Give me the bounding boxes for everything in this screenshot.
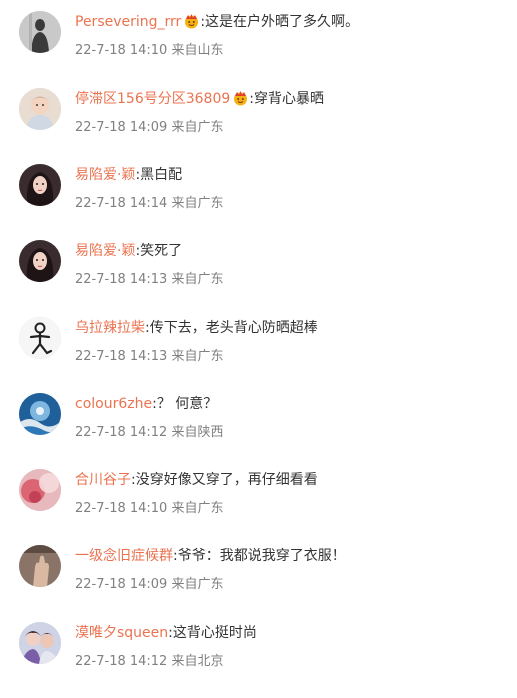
comment-time: 22-7-18 14:12 <box>75 654 168 669</box>
comment-item: 停滞区156号分区36809:穿背心暴晒 22-7-18 14:09 来自广东 <box>0 88 517 164</box>
comment-text: 黑白配 <box>140 167 183 183</box>
comment-item: 合川谷子:没穿好像又穿了，再仔细看看 22-7-18 14:10 来自广东 <box>0 469 517 545</box>
comment-text-line: 一级念旧症候群:爷爷：我都说我穿了衣服！ <box>75 545 346 567</box>
comment-meta: 22-7-18 14:10 来自广东 <box>75 499 224 519</box>
comment-text-line: 合川谷子:没穿好像又穿了，再仔细看看 <box>75 469 318 491</box>
comment-time: 22-7-18 14:12 <box>75 425 168 440</box>
comment-text-line: 停滞区156号分区36809:穿背心暴晒 <box>75 88 324 110</box>
comment-source: 来自广东 <box>171 120 224 135</box>
comment-text: 穿背心暴晒 <box>253 91 324 107</box>
comment-text: 没穿好像又穿了，再仔细看看 <box>135 472 318 488</box>
comment-source: 来自陕西 <box>171 425 224 440</box>
comment-time: 22-7-18 14:10 <box>75 43 168 58</box>
comment-item: 一级念旧症候群:爷爷：我都说我穿了衣服！ 22-7-18 14:09 来自广东 <box>0 545 517 621</box>
comment-text: 笑死了 <box>140 243 183 259</box>
comment-item: 易陷爱·颖:黑白配 22-7-18 14:14 来自广东 <box>0 164 517 240</box>
comment-item: 乌拉辣拉柴:传下去，老头背心防晒超棒 22-7-18 14:13 来自广东 <box>0 317 517 393</box>
username-link[interactable]: Persevering_rrr <box>75 14 181 30</box>
comment-source: 来自北京 <box>171 654 224 669</box>
comment-source: 来自广东 <box>171 577 224 592</box>
username-link[interactable]: 漠唯夕squeen <box>75 625 168 641</box>
comment-text-line: 漠唯夕squeen:这背心挺时尚 <box>75 622 257 644</box>
crown-badge-icon <box>232 90 249 106</box>
comment-meta: 22-7-18 14:12 来自北京 <box>75 652 224 672</box>
comment-text-line: 乌拉辣拉柴:传下去，老头背心防晒超棒 <box>75 317 318 339</box>
comment-item: 漠唯夕squeen:这背心挺时尚 22-7-18 14:12 来自北京 <box>0 622 517 698</box>
comment-text-line: Persevering_rrr:这是在户外晒了多久啊。 <box>75 11 359 33</box>
pink-blur-avatar-icon[interactable] <box>19 469 61 511</box>
comment-time: 22-7-18 14:09 <box>75 120 168 135</box>
comment-time: 22-7-18 14:13 <box>75 272 168 287</box>
comment-source: 来自广东 <box>171 272 224 287</box>
username-link[interactable]: 停滞区156号分区36809 <box>75 91 230 107</box>
comment-text: 爷爷：我都说我穿了衣服！ <box>177 548 346 564</box>
comment-meta: 22-7-18 14:14 来自广东 <box>75 194 224 214</box>
comment-time: 22-7-18 14:09 <box>75 577 168 592</box>
comment-item: 易陷爱·颖:笑死了 22-7-18 14:13 来自广东 <box>0 240 517 316</box>
comment-source: 来自广东 <box>171 349 224 364</box>
comment-meta: 22-7-18 14:09 来自广东 <box>75 118 224 138</box>
comment-source: 来自广东 <box>171 501 224 516</box>
stick-figure-avatar-icon[interactable] <box>19 317 61 359</box>
crown-badge-icon <box>183 13 200 29</box>
couple-photo-avatar-icon[interactable] <box>19 622 61 664</box>
comment-text: ？ 何意？ <box>156 396 218 412</box>
username-link[interactable]: 乌拉辣拉柴 <box>75 320 145 336</box>
comment-meta: 22-7-18 14:12 来自陕西 <box>75 423 224 443</box>
blue-wave-avatar-icon[interactable] <box>19 393 61 435</box>
comment-list: Persevering_rrr:这是在户外晒了多久啊。 22-7-18 14:1… <box>0 0 517 669</box>
comment-meta: 22-7-18 14:13 来自广东 <box>75 270 224 290</box>
comment-item: Persevering_rrr:这是在户外晒了多久啊。 22-7-18 14:1… <box>0 11 517 87</box>
username-link[interactable]: 易陷爱·颖 <box>75 167 135 183</box>
comment-meta: 22-7-18 14:10 来自山东 <box>75 41 224 61</box>
comment-text-line: colour6zhe:？ 何意？ <box>75 393 217 415</box>
comment-item: colour6zhe:？ 何意？ 22-7-18 14:12 来自陕西 <box>0 393 517 469</box>
comment-time: 22-7-18 14:14 <box>75 196 168 211</box>
username-link[interactable]: 合川谷子 <box>75 472 131 488</box>
hand-avatar-icon[interactable] <box>19 545 61 587</box>
comment-text: 这背心挺时尚 <box>172 625 257 641</box>
comment-time: 22-7-18 14:10 <box>75 501 168 516</box>
username-link[interactable]: colour6zhe <box>75 396 152 412</box>
comment-text-line: 易陷爱·颖:黑白配 <box>75 164 182 186</box>
girl-avatar-icon[interactable] <box>19 164 61 206</box>
comment-time: 22-7-18 14:13 <box>75 349 168 364</box>
comment-meta: 22-7-18 14:09 来自广东 <box>75 575 224 595</box>
baby-avatar-icon[interactable] <box>19 88 61 130</box>
comment-source: 来自广东 <box>171 196 224 211</box>
comment-text: 这是在户外晒了多久啊。 <box>205 14 360 30</box>
comment-source: 来自山东 <box>171 43 224 58</box>
silhouette-avatar-icon[interactable] <box>19 11 61 53</box>
username-link[interactable]: 一级念旧症候群 <box>75 548 173 564</box>
username-link[interactable]: 易陷爱·颖 <box>75 243 135 259</box>
comment-text-line: 易陷爱·颖:笑死了 <box>75 240 182 262</box>
comment-meta: 22-7-18 14:13 来自广东 <box>75 347 224 367</box>
comment-text: 传下去，老头背心防晒超棒 <box>149 320 318 336</box>
girl-avatar-icon[interactable] <box>19 240 61 282</box>
